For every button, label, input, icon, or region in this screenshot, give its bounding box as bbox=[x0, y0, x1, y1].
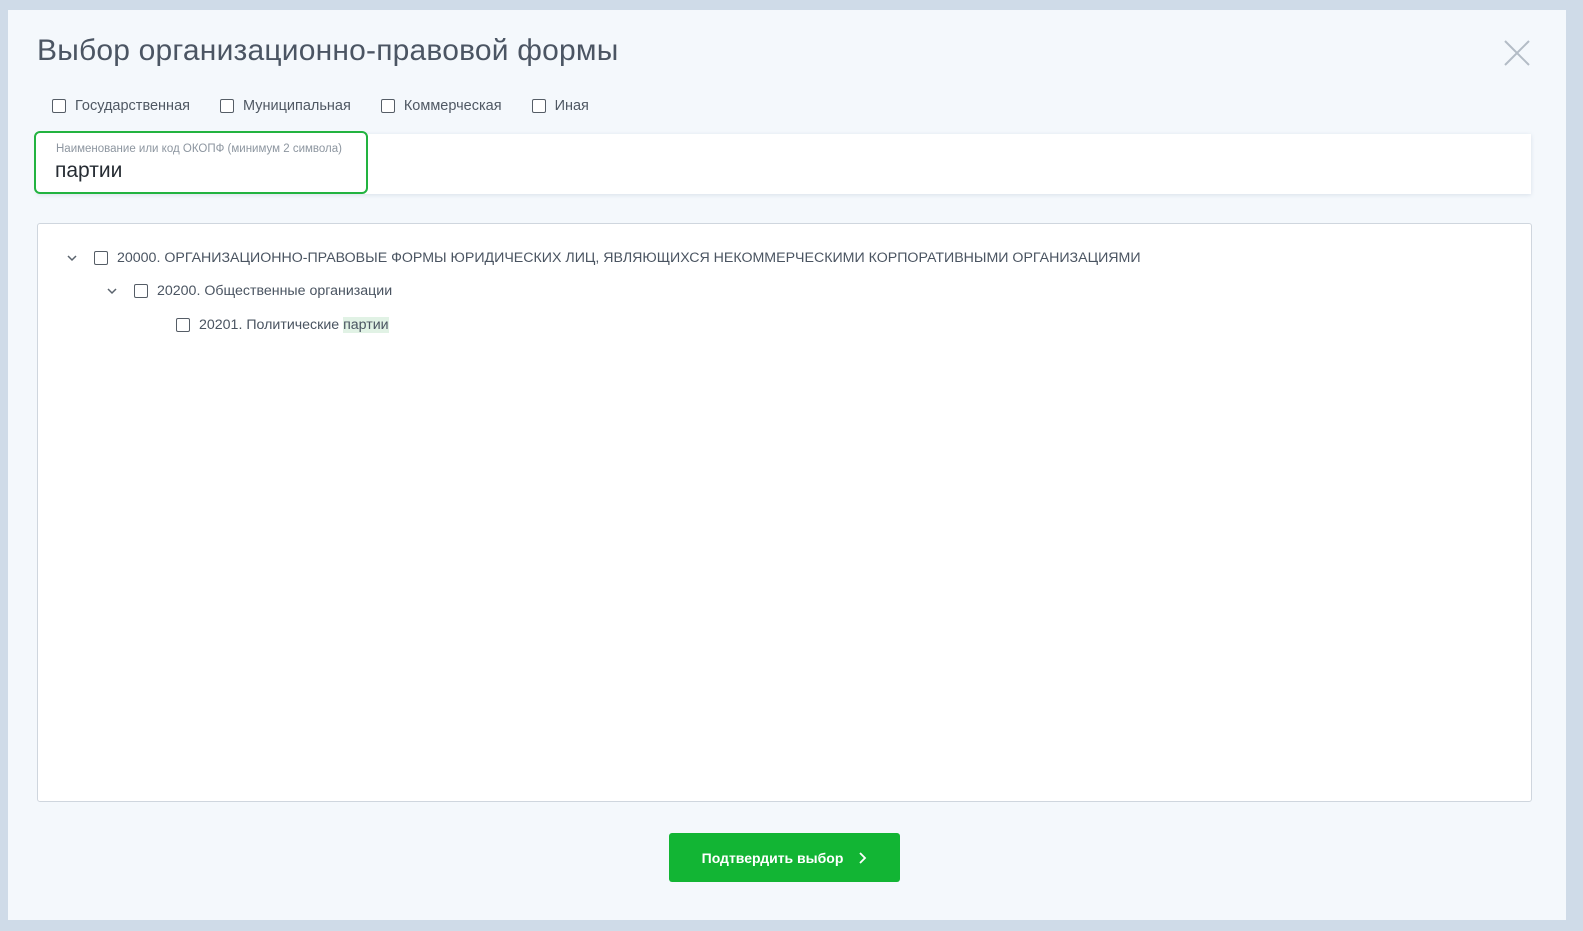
chevron-down-icon[interactable] bbox=[66, 252, 78, 264]
filter-other[interactable]: Иная bbox=[531, 98, 589, 114]
close-button[interactable] bbox=[1502, 38, 1532, 68]
filter-state-label: Государственная bbox=[75, 98, 190, 114]
search-row: Наименование или код ОКОПФ (минимум 2 си… bbox=[34, 131, 1531, 194]
confirm-selection-label: Подтвердить выбор bbox=[701, 849, 844, 866]
filter-other-label: Иная bbox=[554, 98, 589, 114]
search-match-highlight: партии bbox=[343, 317, 389, 333]
filter-state[interactable]: Государственная bbox=[52, 98, 190, 114]
close-icon bbox=[1504, 40, 1530, 66]
search-input[interactable] bbox=[55, 159, 345, 183]
filter-municipal-checkbox[interactable] bbox=[219, 99, 234, 113]
filter-commercial-checkbox[interactable] bbox=[380, 99, 395, 113]
filter-commercial[interactable]: Коммерческая bbox=[380, 98, 502, 114]
tree-node-20000-checkbox[interactable] bbox=[94, 251, 108, 265]
tree-node-20201-label: 20201. Политические партии bbox=[199, 317, 389, 333]
filter-other-checkbox[interactable] bbox=[531, 99, 546, 113]
tree-node-20200-checkbox[interactable] bbox=[134, 284, 148, 298]
confirm-selection-button[interactable]: Подтвердить выбор bbox=[669, 833, 900, 882]
tree-node-20000[interactable]: 20000. ОРГАНИЗАЦИОННО-ПРАВОВЫЕ ФОРМЫ ЮРИ… bbox=[66, 248, 1141, 268]
chevron-right-icon bbox=[857, 851, 867, 864]
chevron-down-icon[interactable] bbox=[106, 285, 118, 297]
filter-municipal[interactable]: Муниципальная bbox=[219, 98, 351, 114]
filter-commercial-label: Коммерческая bbox=[403, 98, 502, 114]
tree-node-20000-label: 20000. ОРГАНИЗАЦИОННО-ПРАВОВЫЕ ФОРМЫ ЮРИ… bbox=[117, 250, 1141, 266]
tree-node-20201[interactable]: 20201. Политические партии bbox=[176, 315, 389, 335]
filter-state-checkbox[interactable] bbox=[52, 99, 66, 113]
modal-title: Выбор организационно-правовой формы bbox=[37, 34, 619, 67]
search-field[interactable]: Наименование или код ОКОПФ (минимум 2 си… bbox=[34, 131, 368, 194]
okopf-tree: 20000. ОРГАНИЗАЦИОННО-ПРАВОВЫЕ ФОРМЫ ЮРИ… bbox=[37, 223, 1532, 802]
tree-node-20201-label-prefix: 20201. Политические bbox=[199, 317, 344, 333]
tree-node-20201-checkbox[interactable] bbox=[176, 318, 190, 332]
search-label: Наименование или код ОКОПФ (минимум 2 си… bbox=[56, 143, 342, 155]
okopf-selection-modal: Выбор организационно-правовой формы Госу… bbox=[8, 10, 1566, 920]
ownership-filters: Государственная Муниципальная Коммерческ… bbox=[52, 98, 619, 114]
tree-node-20200-label: 20200. Общественные организации bbox=[157, 283, 393, 299]
tree-node-20200[interactable]: 20200. Общественные организации bbox=[106, 281, 392, 301]
filter-municipal-label: Муниципальная bbox=[242, 98, 351, 114]
